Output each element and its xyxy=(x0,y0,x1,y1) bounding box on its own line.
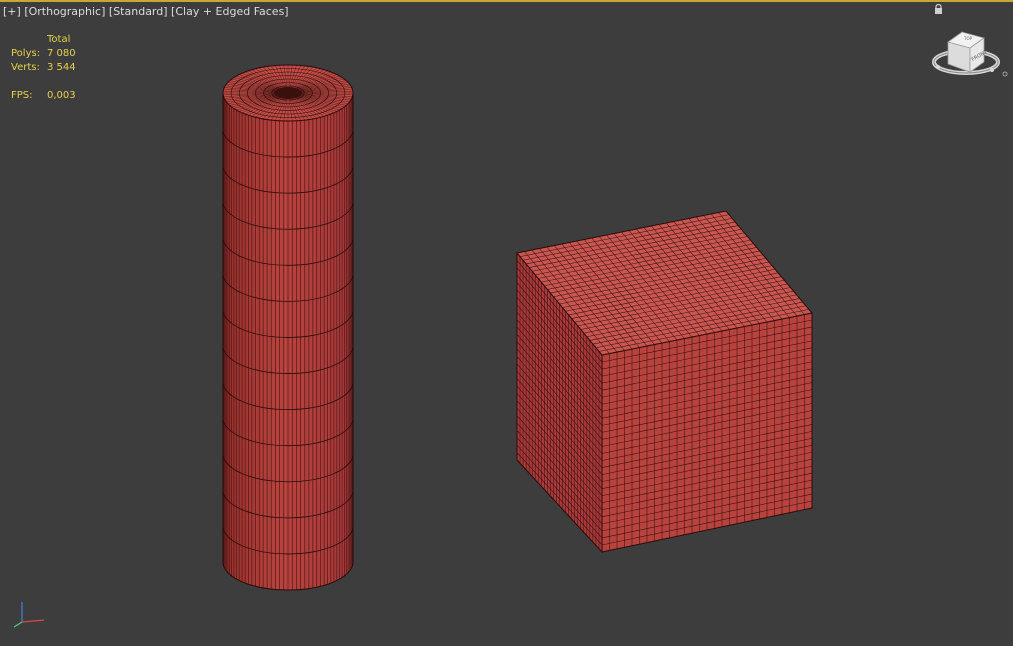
fps-value: 0,003 xyxy=(47,90,76,101)
viewport-plus-menu[interactable]: [+] xyxy=(3,5,21,18)
stats-header: Total xyxy=(47,34,71,45)
polys-label: Polys: xyxy=(11,48,41,59)
scene-canvas[interactable] xyxy=(0,0,1013,646)
cylinder-object[interactable] xyxy=(222,64,354,591)
viewport[interactable]: [+] [Orthographic] [Standard] [Clay + Ed… xyxy=(0,0,1013,646)
viewcube-top-label: TOP xyxy=(963,36,973,41)
viewport-label-menu: [+] [Orthographic] [Standard] [Clay + Ed… xyxy=(3,5,289,18)
viewcube-icon[interactable]: TOP FRONT xyxy=(926,26,1010,86)
axis-tripod-icon xyxy=(13,602,45,628)
polys-value: 7 080 xyxy=(47,48,76,59)
verts-label: Verts: xyxy=(11,62,40,73)
lock-icon[interactable] xyxy=(934,4,943,14)
viewport-shading-preset-menu[interactable]: [Standard] xyxy=(109,5,168,18)
verts-value: 3 544 xyxy=(47,62,76,73)
viewport-shading-mode-menu[interactable]: [Clay + Edged Faces] xyxy=(171,5,289,18)
fps-label: FPS: xyxy=(11,90,33,101)
statistics-overlay: Total Polys: 7 080 Verts: 3 544 FPS: 0,003 xyxy=(11,33,76,103)
box-object[interactable] xyxy=(516,210,813,554)
viewport-view-menu[interactable]: [Orthographic] xyxy=(24,5,105,18)
